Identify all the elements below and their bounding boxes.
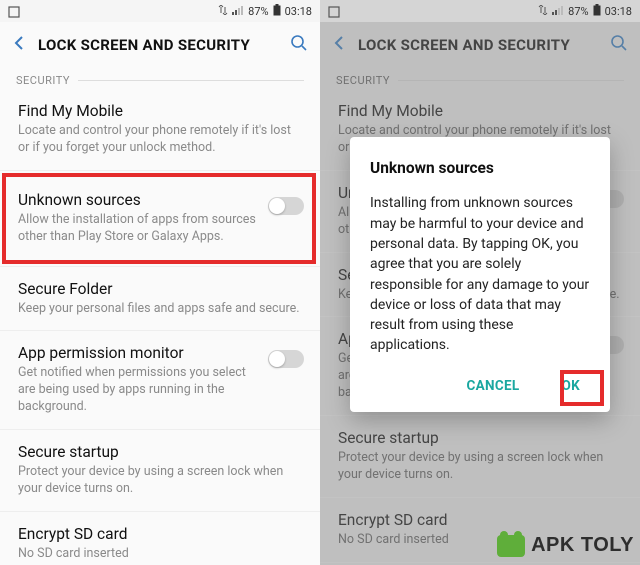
header: LOCK SCREEN AND SECURITY <box>0 22 320 68</box>
item-secure-folder[interactable]: Secure Folder Keep your personal files a… <box>0 267 320 332</box>
back-icon[interactable] <box>12 35 28 55</box>
clock: 03:18 <box>605 5 632 18</box>
section-label: SECURITY <box>0 68 320 89</box>
item-sub: Get notified when permissions you select… <box>18 365 258 416</box>
item-sub: Locate and control your phone remotely i… <box>18 123 304 157</box>
signal-icon <box>232 5 244 18</box>
item-title: Find My Mobile <box>18 102 304 120</box>
battery-icon <box>273 4 281 19</box>
screen-settings: 87% 03:18 LOCK SCREEN AND SECURITY SECUR… <box>0 0 320 565</box>
item-sub: Keep your personal files and apps safe a… <box>18 301 304 318</box>
clock: 03:18 <box>285 5 312 18</box>
dialog-unknown-sources: Unknown sources Installing from unknown … <box>350 137 610 411</box>
screen-dialog: 87% 03:18 LOCK SCREEN AND SECURITY SECUR… <box>320 0 640 565</box>
toggle-unknown-sources[interactable] <box>268 197 304 215</box>
ok-button[interactable]: OK <box>552 372 591 400</box>
dialog-title: Unknown sources <box>370 159 590 177</box>
item-title: Encrypt SD card <box>18 525 304 543</box>
item-sub: No SD card inserted <box>18 546 304 563</box>
item-title: App permission monitor <box>18 344 258 362</box>
item-app-permission-monitor[interactable]: App permission monitor Get notified when… <box>0 331 320 430</box>
item-secure-startup[interactable]: Secure startup Protect your device by us… <box>0 430 320 512</box>
item-find-my-mobile[interactable]: Find My Mobile Locate and control your p… <box>0 89 320 171</box>
gamepad-icon <box>497 535 525 557</box>
battery-pct: 87% <box>248 5 268 18</box>
status-bar: 87% 03:18 <box>0 0 320 22</box>
item-sub: Allow the installation of apps from sour… <box>18 212 258 246</box>
cancel-button[interactable]: CANCEL <box>457 372 530 400</box>
watermark: APK TOLY <box>497 534 634 557</box>
notification-icon <box>328 4 340 17</box>
item-encrypt-sd[interactable]: Encrypt SD card No SD card inserted <box>0 512 320 565</box>
data-icon <box>538 5 548 18</box>
item-title: Secure startup <box>18 443 304 461</box>
item-title: Unknown sources <box>18 191 258 209</box>
dialog-body: Installing from unknown sources may be h… <box>370 193 590 355</box>
item-sub: Protect your device by using a screen lo… <box>18 464 304 498</box>
page-title: LOCK SCREEN AND SECURITY <box>38 36 280 54</box>
item-title: Secure Folder <box>18 280 304 298</box>
battery-icon <box>593 4 601 19</box>
battery-pct: 87% <box>568 5 588 18</box>
modal-overlay: Unknown sources Installing from unknown … <box>320 22 640 565</box>
watermark-text: APK TOLY <box>531 534 634 557</box>
divider <box>78 80 304 81</box>
status-bar: 87% 03:18 <box>320 0 640 22</box>
search-icon[interactable] <box>290 34 308 56</box>
notification-icon <box>8 4 20 17</box>
signal-icon <box>552 5 564 18</box>
data-icon <box>218 5 228 18</box>
toggle-permission-monitor[interactable] <box>268 350 304 368</box>
section-text: SECURITY <box>16 74 70 87</box>
item-unknown-sources[interactable]: Unknown sources Allow the installation o… <box>0 171 320 267</box>
